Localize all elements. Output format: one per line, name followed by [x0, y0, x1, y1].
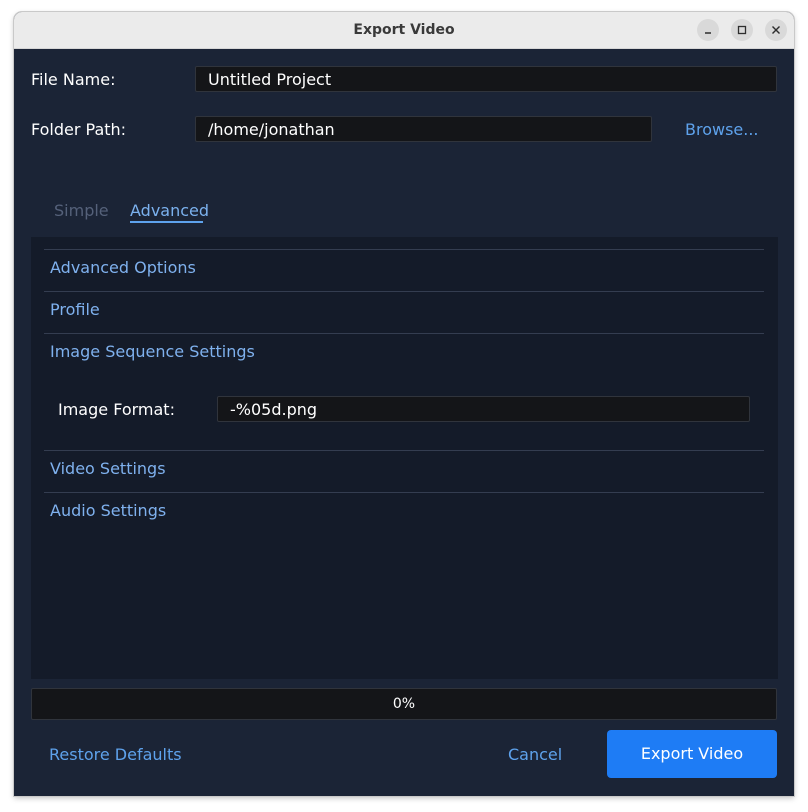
active-tab-indicator — [130, 221, 203, 223]
export-progress-bar: 0% — [31, 688, 777, 720]
section-profile[interactable]: Profile — [50, 300, 100, 319]
divider — [44, 333, 764, 334]
file-name-label: File Name: — [31, 70, 116, 89]
close-icon — [772, 26, 780, 34]
divider — [44, 249, 764, 250]
divider — [44, 450, 764, 451]
restore-defaults-button[interactable]: Restore Defaults — [49, 745, 182, 764]
folder-path-label: Folder Path: — [31, 120, 127, 139]
maximize-icon — [737, 25, 747, 35]
image-format-label: Image Format: — [58, 400, 175, 419]
minimize-icon — [705, 32, 711, 34]
title-bar[interactable]: Export Video — [14, 12, 794, 49]
section-audio-settings[interactable]: Audio Settings — [50, 501, 166, 520]
progress-text: 0% — [392, 696, 416, 712]
export-video-dialog: Export Video File Name: Folder Path: Bro… — [14, 12, 794, 796]
divider — [44, 291, 764, 292]
section-image-sequence-settings[interactable]: Image Sequence Settings — [50, 342, 255, 361]
browse-button[interactable]: Browse... — [685, 120, 759, 139]
image-format-input[interactable] — [217, 396, 750, 422]
minimize-button[interactable] — [697, 19, 719, 41]
tab-simple[interactable]: Simple — [54, 201, 109, 220]
tab-advanced[interactable]: Advanced — [130, 201, 209, 220]
window-title: Export Video — [353, 22, 455, 38]
close-button[interactable] — [765, 19, 787, 41]
section-advanced-options[interactable]: Advanced Options — [50, 258, 196, 277]
section-video-settings[interactable]: Video Settings — [50, 459, 166, 478]
divider — [44, 492, 764, 493]
maximize-button[interactable] — [731, 19, 753, 41]
folder-path-input[interactable] — [195, 116, 652, 142]
export-video-button[interactable]: Export Video — [607, 730, 777, 778]
file-name-input[interactable] — [195, 66, 777, 92]
cancel-button[interactable]: Cancel — [508, 745, 562, 764]
advanced-settings-panel: Advanced Options Profile Image Sequence … — [31, 237, 778, 679]
